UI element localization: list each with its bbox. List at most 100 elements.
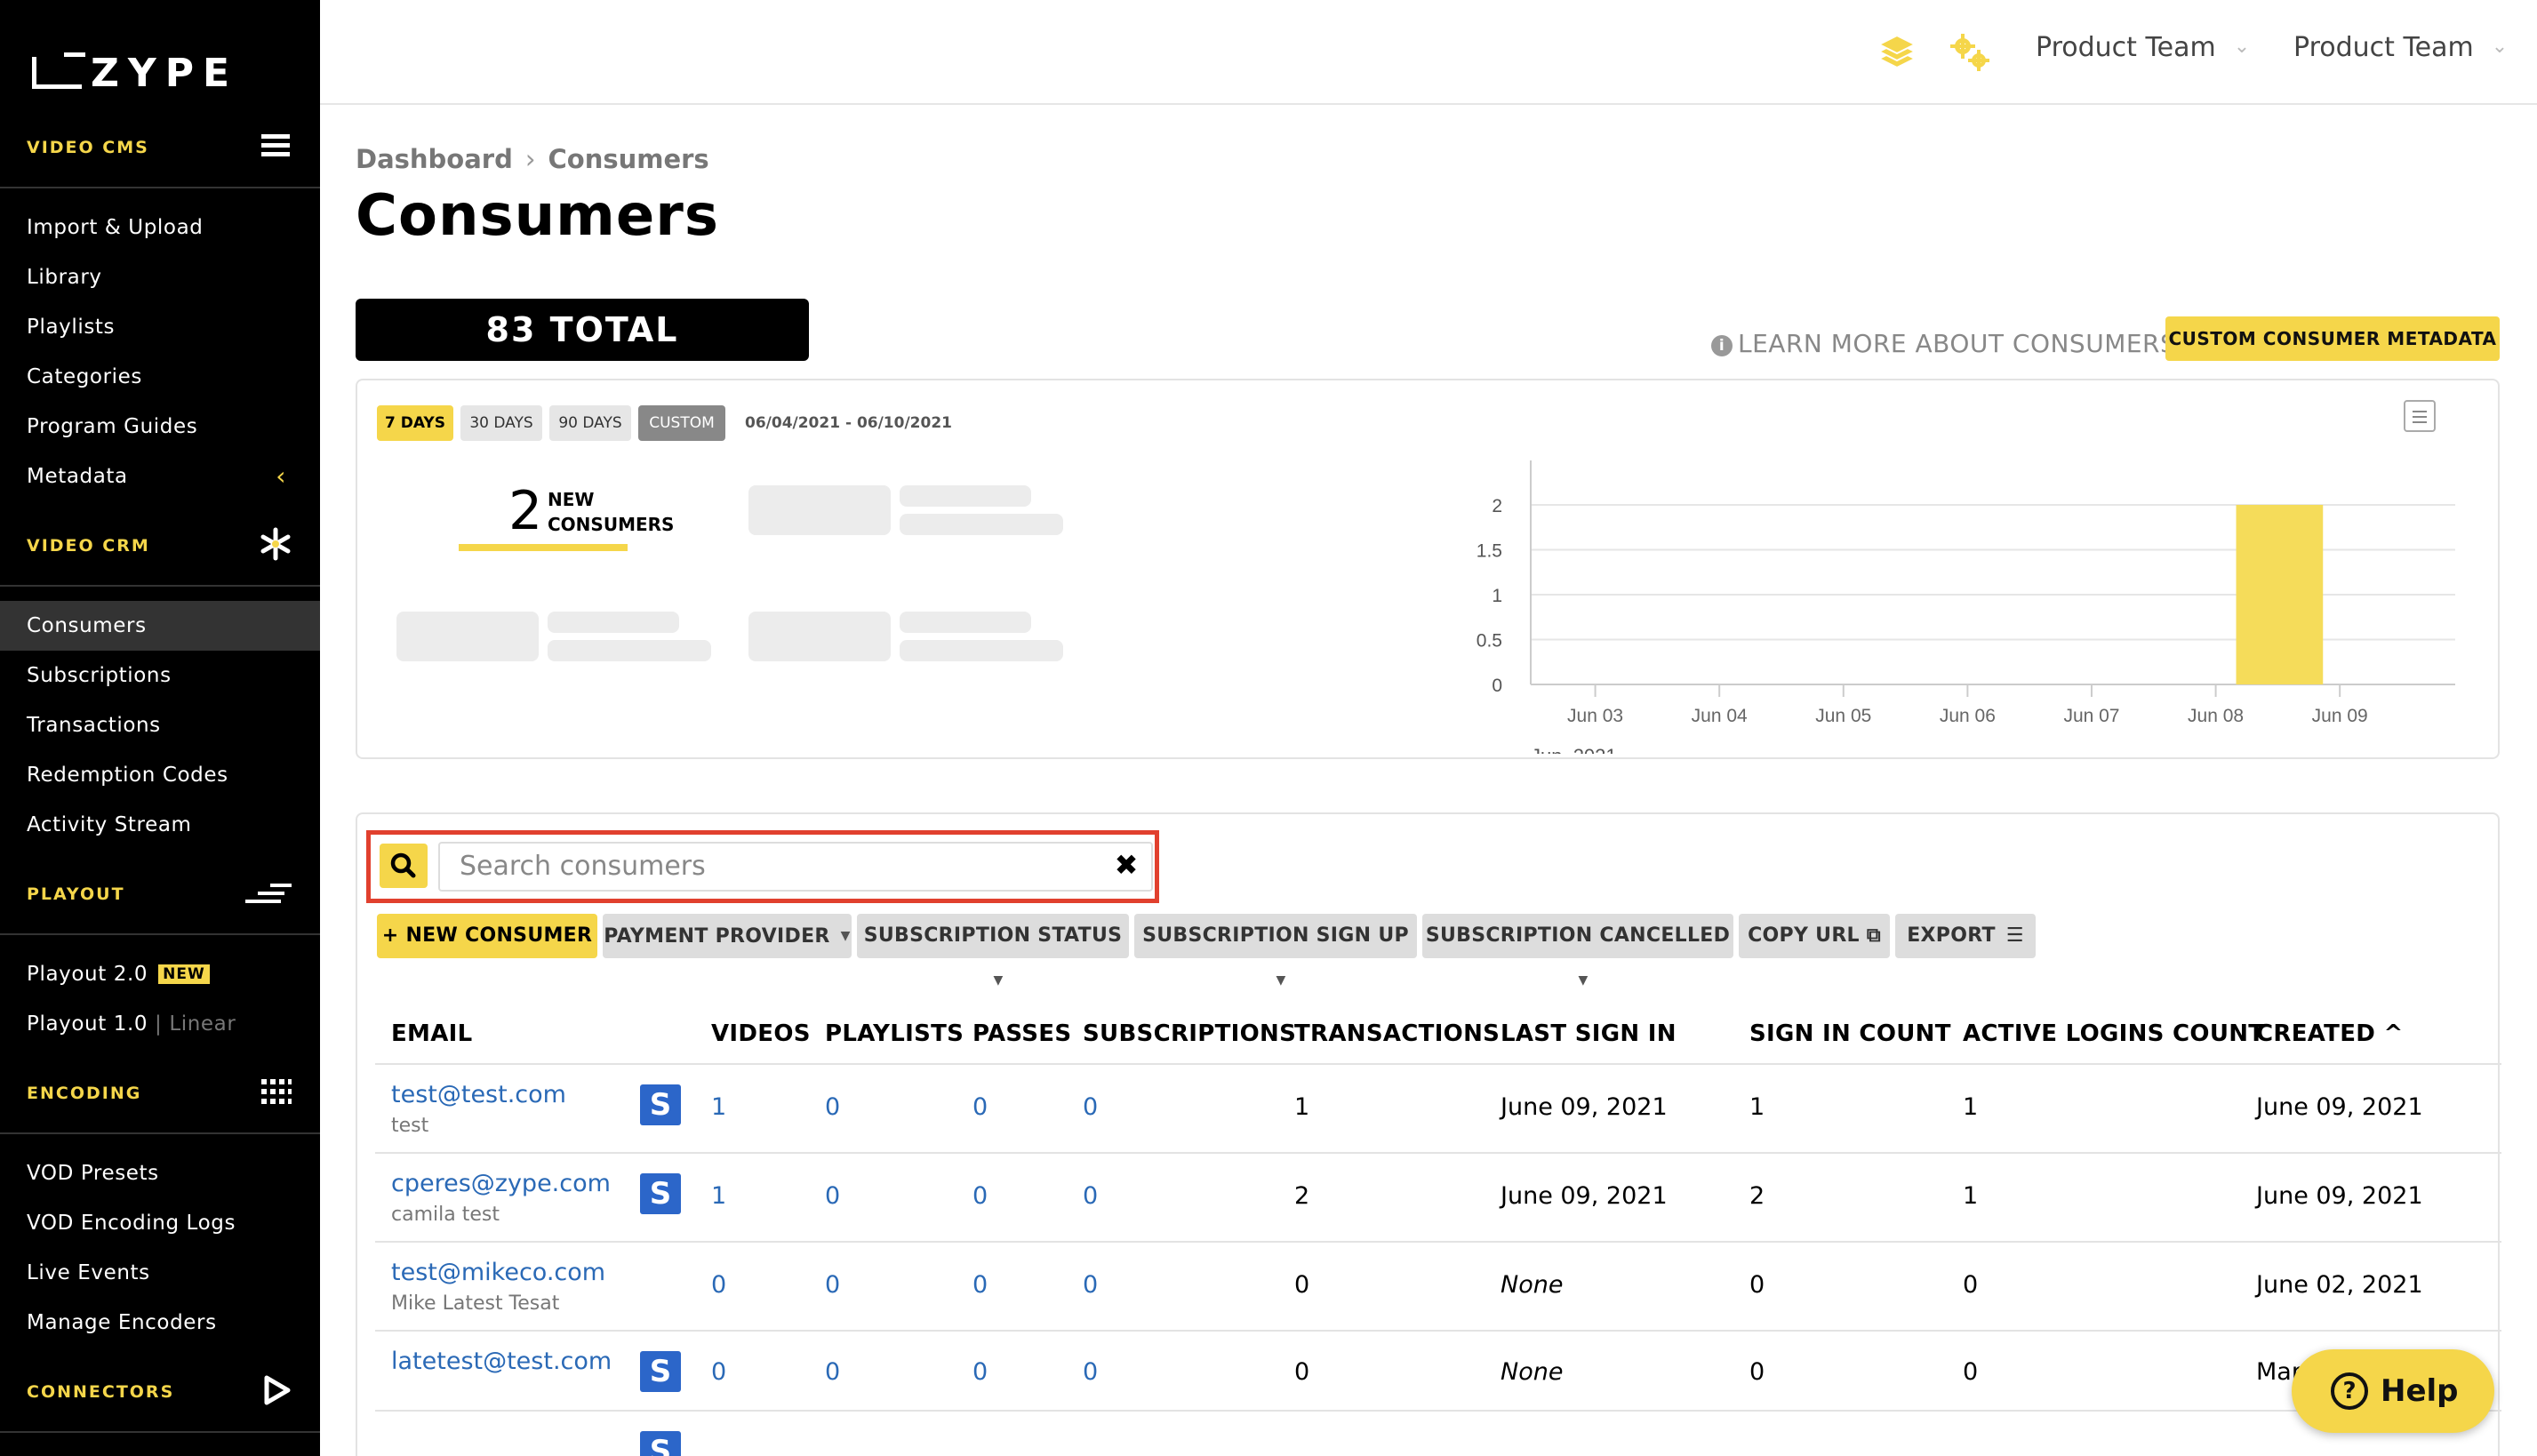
sidebar-item-transactions[interactable]: Transactions	[0, 700, 320, 750]
sidebar-item-program-guides[interactable]: Program Guides	[0, 402, 320, 452]
help-button[interactable]: ? Help	[2292, 1349, 2494, 1433]
header-transactions[interactable]: TRANSACTIONS	[1294, 1020, 1500, 1047]
payment-provider-filter[interactable]: PAYMENT PROVIDER ▼	[603, 914, 852, 958]
team-dropdown-2[interactable]: Product Team ⌄	[2293, 32, 2508, 63]
sidebar: ZYPE VIDEO CMS Import & Upload Library P…	[0, 0, 320, 1456]
row-videos[interactable]: 0	[711, 1271, 726, 1299]
sidebar-item-consumers[interactable]: Consumers	[0, 601, 320, 651]
row-transactions: 0	[1294, 1271, 1310, 1299]
table-row[interactable]: test@mikeco.com Mike Latest Tesat 0 0 0 …	[375, 1241, 2501, 1330]
info-icon: i	[1711, 335, 1733, 356]
team-dropdown-1[interactable]: Product Team ⌄	[2036, 32, 2250, 63]
stripe-icon[interactable]: S	[640, 1351, 681, 1392]
sidebar-item-redemption-codes[interactable]: Redemption Codes	[0, 750, 320, 800]
learn-more-link[interactable]: i LEARN MORE ABOUT CONSUMERS	[1711, 329, 2176, 358]
stripe-icon[interactable]: S	[640, 1431, 681, 1456]
header-subscriptions[interactable]: SUBSCRIPTIONS	[1083, 1020, 1296, 1047]
sidebar-item-playlists[interactable]: Playlists	[0, 302, 320, 352]
range-90-days[interactable]: 90 DAYS	[549, 405, 631, 441]
copy-url-button[interactable]: COPY URL ⧉	[1739, 914, 1890, 958]
row-playlists[interactable]: 0	[825, 1093, 840, 1121]
table-row[interactable]: latetest@test.com S 0 0 0 0 0 None 0 0 M…	[375, 1330, 2501, 1419]
clear-search-icon[interactable]: ✖	[1108, 844, 1144, 886]
row-subscriptions[interactable]: 0	[1083, 1093, 1098, 1121]
export-button[interactable]: EXPORT ☰	[1895, 914, 2036, 958]
chevron-left-icon: ‹	[276, 461, 286, 491]
sidebar-item-metadata[interactable]: Metadata ‹	[0, 452, 320, 501]
x-tick-label: Jun 04	[1692, 706, 1748, 726]
custom-consumer-metadata-button[interactable]: CUSTOM CONSUMER METADATA	[2165, 316, 2500, 361]
sidebar-item-playout-1[interactable]: Playout 1.0 | Linear	[0, 999, 320, 1049]
sidebar-item-subscriptions[interactable]: Subscriptions	[0, 651, 320, 700]
row-passes[interactable]: 0	[972, 1093, 988, 1121]
section-connectors[interactable]: CONNECTORS	[0, 1349, 320, 1433]
section-video-crm[interactable]: VIDEO CRM	[0, 503, 320, 587]
header-last-sign-in[interactable]: LAST SIGN IN	[1501, 1020, 1677, 1047]
stripe-icon[interactable]: S	[640, 1173, 681, 1214]
table-row[interactable]: cperes@zype.com camila test S 1 0 0 0 2 …	[375, 1152, 2501, 1241]
header-created[interactable]: CREATED ^	[2256, 1020, 2404, 1047]
loading-placeholder	[900, 640, 1063, 661]
hamburger-icon[interactable]	[258, 128, 293, 164]
sidebar-item-activity-stream[interactable]: Activity Stream	[0, 800, 320, 850]
header-sign-in-count[interactable]: SIGN IN COUNT	[1749, 1020, 1951, 1047]
stack-icon[interactable]	[1876, 32, 1918, 75]
subscription-cancelled-filter[interactable]: SUBSCRIPTION CANCELLED ▼	[1422, 914, 1733, 988]
row-videos[interactable]: 1	[711, 1093, 726, 1121]
range-custom[interactable]: CUSTOM	[638, 405, 725, 441]
table-row[interactable]: test@test.com test S 1 0 0 0 1 June 09, …	[375, 1063, 2501, 1152]
sidebar-item-manage-encoders[interactable]: Manage Encoders	[0, 1298, 320, 1348]
range-30-days[interactable]: 30 DAYS	[460, 405, 542, 441]
row-playlists[interactable]: 0	[825, 1271, 840, 1299]
sidebar-item-playout-2[interactable]: Playout 2.0 NEW	[0, 949, 320, 999]
row-playlists[interactable]: 0	[825, 1182, 840, 1210]
header-active-logins-count[interactable]: ACTIVE LOGINS COUNT	[1963, 1020, 2264, 1047]
subscription-sign-up-filter[interactable]: SUBSCRIPTION SIGN UP ▼	[1134, 914, 1417, 988]
search-icon	[390, 852, 416, 878]
sidebar-item-vod-presets[interactable]: VOD Presets	[0, 1148, 320, 1198]
row-email[interactable]: test@test.com	[391, 1081, 566, 1108]
stripe-icon[interactable]: S	[640, 1084, 681, 1125]
row-passes[interactable]: 0	[972, 1271, 988, 1299]
sidebar-item-vod-encoding-logs[interactable]: VOD Encoding Logs	[0, 1198, 320, 1248]
row-subscriptions[interactable]: 0	[1083, 1271, 1098, 1299]
sidebar-item-import-upload[interactable]: Import & Upload	[0, 203, 320, 252]
breadcrumb-dashboard[interactable]: Dashboard	[356, 144, 513, 174]
row-subscriptions[interactable]: 0	[1083, 1182, 1098, 1210]
question-icon: ?	[2331, 1372, 2368, 1410]
chart-menu-icon[interactable]	[2404, 400, 2436, 432]
row-email[interactable]: latetest@test.com	[391, 1348, 612, 1375]
search-input[interactable]: Search consumers	[438, 842, 1153, 892]
section-encoding[interactable]: ENCODING	[0, 1051, 320, 1134]
subscription-status-filter[interactable]: SUBSCRIPTION STATUS ▼	[857, 914, 1129, 988]
row-sign-in-count: 0	[1749, 1271, 1765, 1299]
sidebar-item-library[interactable]: Library	[0, 252, 320, 302]
section-playout[interactable]: PLAYOUT	[0, 852, 320, 935]
section-video-cms[interactable]: VIDEO CMS	[0, 105, 320, 188]
row-active-logins: 0	[1963, 1271, 1979, 1299]
row-playlists[interactable]: 0	[825, 1358, 840, 1386]
sidebar-item-live-events[interactable]: Live Events	[0, 1248, 320, 1298]
filter-label: PAYMENT PROVIDER	[604, 925, 830, 948]
header-videos[interactable]: VIDEOS	[711, 1020, 811, 1047]
row-passes[interactable]: 0	[972, 1182, 988, 1210]
row-email[interactable]: cperes@zype.com	[391, 1170, 611, 1197]
header-passes[interactable]: PASSES	[972, 1020, 1071, 1047]
table-row[interactable]: S	[375, 1410, 2501, 1456]
breadcrumb-separator: ›	[524, 144, 536, 174]
row-videos[interactable]: 1	[711, 1182, 726, 1210]
header-playlists[interactable]: PLAYLISTS	[825, 1020, 964, 1047]
gears-icon[interactable]	[1947, 30, 1993, 76]
row-videos[interactable]: 0	[711, 1358, 726, 1386]
search-button[interactable]	[380, 844, 428, 888]
range-7-days[interactable]: 7 DAYS	[377, 405, 453, 441]
zype-logo[interactable]: ZYPE	[32, 51, 238, 96]
loading-placeholder	[748, 485, 891, 535]
row-passes[interactable]: 0	[972, 1358, 988, 1386]
row-subscriptions[interactable]: 0	[1083, 1358, 1098, 1386]
row-email[interactable]: test@mikeco.com	[391, 1259, 605, 1286]
new-consumer-button[interactable]: + NEW CONSUMER	[377, 914, 597, 958]
sidebar-item-categories[interactable]: Categories	[0, 352, 320, 402]
header-email[interactable]: EMAIL	[391, 1020, 473, 1047]
row-last-sign-in: None	[1501, 1271, 1564, 1299]
